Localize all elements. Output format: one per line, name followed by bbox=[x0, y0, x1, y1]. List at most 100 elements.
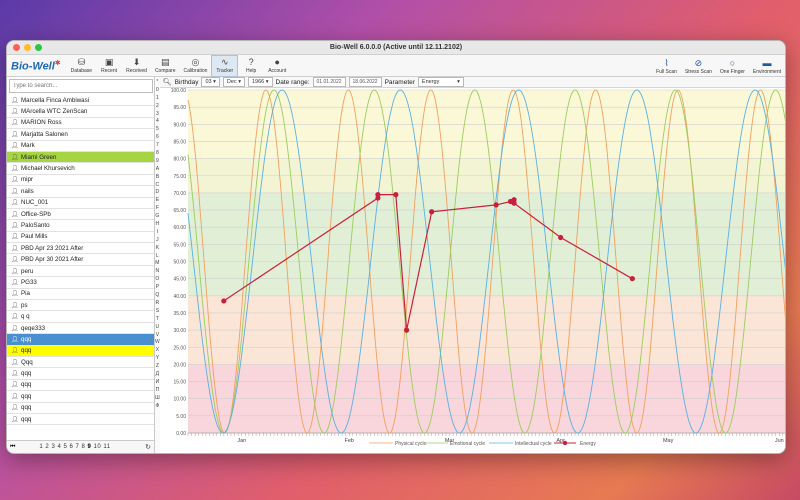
person-icon: 👤︎ bbox=[11, 405, 19, 412]
environment-button[interactable]: ▬ Environment bbox=[749, 55, 785, 77]
client-list-item[interactable]: 👤︎ Pia bbox=[7, 289, 154, 301]
biorhythm-chart: 0.00 5.00 10.00 15.00 20.00 25.00 30.00 35.00 40… bbox=[160, 88, 785, 453]
client-list-item[interactable]: 👤︎ PBD Apr 30 2021 After bbox=[7, 254, 154, 266]
search-input[interactable] bbox=[9, 79, 153, 93]
client-name: Miami Green bbox=[21, 153, 57, 161]
client-name: qeqe333 bbox=[21, 324, 46, 332]
client-name: Mark bbox=[21, 142, 35, 150]
y-tick-label: 50.00 bbox=[173, 260, 186, 266]
client-list-item[interactable]: 👤︎ PBD Apr 23 2021 After bbox=[7, 243, 154, 255]
compare-button[interactable]: ▤ Compare bbox=[151, 55, 180, 77]
tracker-button[interactable]: ∿ Tracker bbox=[211, 54, 239, 77]
client-list-item[interactable]: 👤︎ Mark bbox=[7, 141, 154, 152]
birth-day-select[interactable]: 03 ▾ bbox=[201, 77, 220, 87]
client-name: Pia bbox=[21, 290, 30, 298]
client-list-item[interactable]: 👤︎ Marcella Finca Ambiwasi bbox=[7, 95, 154, 107]
client-list-item[interactable]: 👤︎ qqq bbox=[7, 414, 154, 426]
client-list-item[interactable]: 👤︎ NUC_001 bbox=[7, 198, 154, 209]
client-name: PG33 bbox=[21, 278, 37, 286]
help-button[interactable]: ? Help bbox=[238, 55, 264, 77]
client-list-item[interactable]: 👤︎ MARION Ross bbox=[7, 118, 154, 130]
one-finger-button[interactable]: ○ One Finger bbox=[716, 55, 749, 77]
y-tick-label: 65.00 bbox=[173, 208, 186, 214]
person-icon: 👤︎ bbox=[11, 416, 19, 423]
client-list-item[interactable]: 👤︎ qeqe333 bbox=[7, 323, 154, 335]
date-to-field[interactable]: 18.06.2022 bbox=[348, 77, 382, 87]
database-button[interactable]: ⛁ Database bbox=[67, 55, 96, 77]
y-tick-label: 25.00 bbox=[173, 345, 186, 351]
chart-svg: 0.00 5.00 10.00 15.00 20.00 25.00 30.00 35.00 40… bbox=[170, 88, 785, 447]
search-icon[interactable]: 🔍︎ bbox=[163, 78, 172, 86]
received-button[interactable]: ⬇ Received bbox=[122, 55, 151, 77]
toolbar-button-label: Recent bbox=[101, 68, 117, 74]
x-tick-label: May bbox=[663, 438, 674, 444]
client-name: MArcella WTC ZenScan bbox=[21, 108, 88, 116]
client-name: ps bbox=[21, 301, 28, 309]
client-list-item[interactable]: 👤︎ Qqq bbox=[7, 357, 154, 369]
client-list-item[interactable]: 👤︎ mipr bbox=[7, 175, 154, 187]
client-name: mipr bbox=[21, 176, 34, 184]
date-from-field[interactable]: 01.01.2022 bbox=[312, 77, 346, 87]
first-page-icon[interactable]: ⏮ bbox=[10, 444, 15, 451]
account-button[interactable]: ● Account bbox=[264, 55, 290, 77]
person-icon: 👤︎ bbox=[11, 177, 19, 184]
toolbar-button-label: Account bbox=[268, 68, 287, 74]
y-tick-label: 75.00 bbox=[173, 174, 186, 180]
y-tick-label: 90.00 bbox=[173, 122, 186, 128]
client-list-item[interactable]: 👤︎ qqq bbox=[7, 380, 154, 392]
birth-year-select[interactable]: 1966 ▾ bbox=[247, 77, 273, 87]
page-link[interactable]: 11 bbox=[103, 444, 110, 450]
y-tick-label: 5.00 bbox=[176, 414, 186, 420]
legend-label: Energy bbox=[580, 441, 596, 447]
toolbar-button-label: Stress Scan bbox=[684, 68, 712, 75]
toolbar-button-label: One Finger bbox=[719, 68, 745, 75]
client-list-item[interactable]: 👤︎ ps bbox=[7, 300, 154, 312]
client-list-item[interactable]: 👤︎ qqq bbox=[7, 345, 154, 357]
stress-scan-button[interactable]: ⊘ Stress Scan bbox=[681, 55, 716, 77]
client-list-item[interactable]: 👤︎ qqq bbox=[7, 391, 154, 403]
energy-point bbox=[557, 234, 564, 241]
person-icon: 👤︎ bbox=[11, 97, 19, 104]
client-list-item[interactable]: 👤︎ qqq bbox=[7, 368, 154, 380]
one-finger-icon: ○ bbox=[729, 57, 736, 68]
client-list-item[interactable]: 👤︎ Paul Mills bbox=[7, 232, 154, 244]
full-scan-button[interactable]: ⌇ Full Scan bbox=[652, 55, 681, 77]
energy-point bbox=[403, 327, 409, 333]
client-list-item[interactable]: 👤︎ PG33 bbox=[7, 277, 154, 289]
page-link[interactable]: 10 bbox=[94, 444, 104, 450]
client-list-item[interactable]: 👤︎ Miami Green bbox=[7, 151, 154, 164]
client-name: q q bbox=[21, 313, 30, 321]
recent-button[interactable]: ▣ Recent bbox=[96, 55, 122, 77]
client-name: qqq bbox=[21, 347, 32, 355]
toolbar-button-label: Database bbox=[70, 68, 93, 74]
client-list-item[interactable]: 👤︎ qqq bbox=[7, 403, 154, 414]
client-list-item[interactable]: 👤︎ MArcella WTC ZenScan bbox=[7, 106, 154, 118]
client-list-item[interactable]: 👤︎ Marjatta Salonen bbox=[7, 129, 154, 141]
client-list-item[interactable]: 👤︎ q q bbox=[7, 311, 154, 323]
energy-point bbox=[493, 202, 499, 208]
client-list-item[interactable]: 👤︎ Michael Khursevich bbox=[7, 163, 154, 175]
bio-well-logo: Bio-Well✱ bbox=[11, 59, 61, 73]
client-list-item[interactable]: 👤︎ peru bbox=[7, 266, 154, 278]
client-list-item[interactable]: 👤︎ PaloSanto bbox=[7, 220, 154, 232]
parameter-select[interactable]: Energy ▾ bbox=[417, 77, 464, 87]
client-list-item[interactable]: 👤︎ nails bbox=[7, 186, 154, 198]
client-list-item[interactable]: 👤︎ Office-SPb bbox=[7, 209, 154, 221]
legend-label: Intellectual cycle bbox=[515, 441, 552, 447]
client-name: MARION Ross bbox=[21, 119, 62, 127]
y-tick-label: 100.00 bbox=[170, 88, 186, 94]
birth-month-select[interactable]: Dec ▾ bbox=[222, 77, 245, 87]
person-icon: 👤︎ bbox=[11, 393, 19, 400]
client-name: qqq bbox=[21, 381, 32, 389]
person-icon: 👤︎ bbox=[11, 291, 19, 298]
refresh-icon[interactable]: ↻ bbox=[145, 443, 151, 451]
person-icon: 👤︎ bbox=[11, 257, 19, 264]
database-icon: ⛁ bbox=[77, 57, 86, 67]
energy-point bbox=[511, 200, 517, 206]
calibration-button[interactable]: ◎ Calibration bbox=[180, 55, 212, 77]
person-icon: 👤︎ bbox=[11, 188, 19, 195]
client-list-item[interactable]: 👤︎ qqq bbox=[7, 334, 154, 346]
x-tick-label: Jan bbox=[237, 438, 246, 444]
client-name: nails bbox=[21, 187, 34, 195]
person-icon: 👤︎ bbox=[11, 382, 19, 389]
